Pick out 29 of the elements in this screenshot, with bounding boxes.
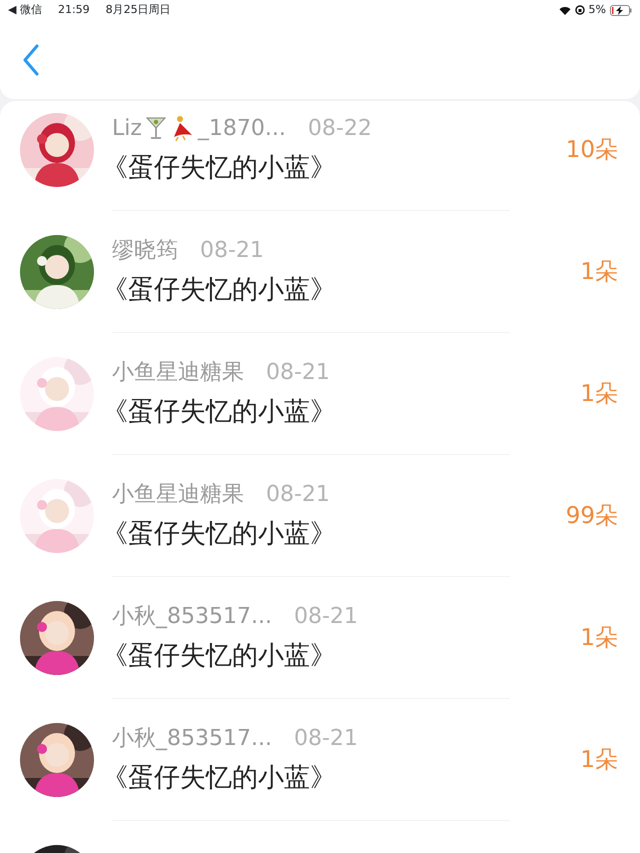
user-name: 小鱼星迪糖果 [112, 358, 244, 386]
work-title: 《蛋仔失忆的小蓝》 [102, 762, 337, 794]
work-title: 《蛋仔失忆的小蓝》 [102, 396, 337, 428]
user-name: 缪晓筠 [112, 236, 178, 264]
status-date: 8月25日周日 [106, 2, 171, 18]
work-title: 《蛋仔失忆的小蓝》 [102, 640, 337, 672]
flower-count: 1朵 [580, 746, 618, 775]
flower-count: 1朵 [580, 380, 618, 409]
post-date: 08-22 [308, 114, 372, 142]
work-title: 《蛋仔失忆的小蓝》 [102, 152, 337, 184]
work-title: 《蛋仔失忆的小蓝》 [102, 274, 337, 306]
flower-count: 1朵 [580, 624, 618, 653]
flower-count: 1朵 [580, 258, 618, 287]
status-time: 21:59 [58, 2, 90, 18]
post-date: 08-21 [294, 724, 358, 752]
post-date: 08-21 [266, 358, 330, 386]
user-name: 小鱼星迪糖果 [112, 480, 244, 508]
user-name: 小秋_853517... [112, 724, 272, 752]
battery-level: 5% [588, 2, 606, 18]
user-name: _1870... [198, 114, 286, 142]
flower-count: 99朵 [566, 502, 618, 531]
post-date: 08-21 [266, 480, 330, 508]
back-link[interactable]: ◀ 微信 [8, 2, 42, 18]
user-name: Liz [112, 114, 142, 142]
post-date: 08-21 [200, 236, 264, 264]
post-date: 08-21 [294, 602, 358, 630]
work-title: 《蛋仔失忆的小蓝》 [102, 518, 337, 550]
user-name: 小秋_853517... [112, 602, 272, 630]
flower-count: 10朵 [566, 136, 618, 165]
